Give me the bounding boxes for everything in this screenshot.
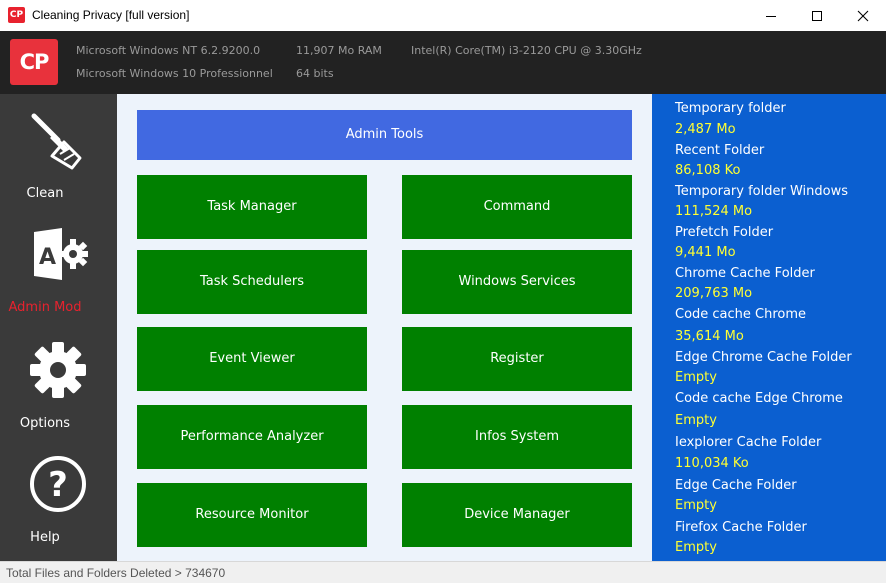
folder-size: Empty bbox=[675, 498, 717, 513]
windows-services-button[interactable]: Windows Services bbox=[402, 250, 632, 314]
sidebar-item-help[interactable]: ? Help bbox=[0, 446, 117, 556]
folder-size: 110,034 Ko bbox=[675, 456, 749, 471]
app-logo: CP bbox=[10, 39, 58, 85]
folder-size: 209,763 Mo bbox=[675, 286, 753, 301]
access-gear-icon: A bbox=[34, 228, 88, 280]
folder-name: Code cache Chrome bbox=[675, 307, 807, 322]
minimize-button[interactable] bbox=[748, 0, 794, 31]
os-version: Microsoft Windows NT 6.2.9200.0 bbox=[76, 44, 261, 57]
resource-monitor-button[interactable]: Resource Monitor bbox=[137, 483, 367, 547]
event-viewer-button[interactable]: Event Viewer bbox=[137, 327, 367, 391]
folder-size: 86,108 Ko bbox=[675, 163, 741, 178]
sidebar-item-label: Options bbox=[19, 416, 71, 431]
ram-info: 11,907 Mo RAM bbox=[296, 44, 382, 57]
admin-tools-header-button[interactable]: Admin Tools bbox=[137, 110, 632, 160]
maximize-icon bbox=[812, 11, 822, 21]
infos-system-button[interactable]: Infos System bbox=[402, 405, 632, 469]
sidebar: Clean A Admin Mod Options ? Help bbox=[0, 94, 117, 561]
folder-name: Recent Folder bbox=[675, 143, 765, 158]
broom-icon bbox=[31, 113, 82, 170]
performance-analyzer-button[interactable]: Performance Analyzer bbox=[137, 405, 367, 469]
folder-name: Firefox Cache Folder bbox=[675, 520, 807, 535]
folder-name: Prefetch Folder bbox=[675, 225, 774, 240]
question-icon: ? bbox=[30, 456, 86, 512]
os-name: Microsoft Windows 10 Professionnel bbox=[76, 67, 273, 80]
sidebar-item-admin-mod[interactable]: A Admin Mod bbox=[0, 216, 117, 326]
folder-size: Empty bbox=[675, 370, 717, 385]
folder-size: Empty bbox=[675, 413, 717, 428]
title-bar: CP Cleaning Privacy [full version] bbox=[0, 0, 886, 31]
minimize-icon bbox=[766, 16, 776, 17]
sidebar-item-label: Admin Mod bbox=[8, 300, 82, 315]
folder-name: Edge Chrome Cache Folder bbox=[675, 350, 852, 365]
folder-name: Chrome Cache Folder bbox=[675, 266, 815, 281]
register-button[interactable]: Register bbox=[402, 327, 632, 391]
status-bar: Total Files and Folders Deleted > 734670 bbox=[0, 561, 886, 583]
folder-size: 2,487 Mo bbox=[675, 122, 736, 137]
folder-size: 9,441 Mo bbox=[675, 245, 736, 260]
device-manager-button[interactable]: Device Manager bbox=[402, 483, 632, 547]
folder-size: 111,524 Mo bbox=[675, 204, 753, 219]
folder-size-panel: Temporary folder 2,487 Mo Recent Folder … bbox=[652, 94, 886, 561]
app-icon: CP bbox=[8, 7, 25, 23]
folder-name: Code cache Edge Chrome bbox=[675, 391, 843, 406]
close-button[interactable] bbox=[840, 0, 886, 31]
sidebar-item-clean[interactable]: Clean bbox=[0, 102, 117, 212]
cpu-info: Intel(R) Core(TM) i3-2120 CPU @ 3.30GHz bbox=[411, 44, 642, 57]
folder-size: Empty bbox=[675, 540, 717, 555]
deleted-count-status: Total Files and Folders Deleted > 734670 bbox=[6, 566, 226, 580]
window-title: Cleaning Privacy [full version] bbox=[32, 8, 190, 22]
folder-size: 35,614 Mo bbox=[675, 329, 744, 344]
svg-text:A: A bbox=[39, 245, 56, 270]
sidebar-item-options[interactable]: Options bbox=[0, 332, 117, 442]
folder-name: Temporary folder bbox=[675, 101, 786, 116]
task-schedulers-button[interactable]: Task Schedulers bbox=[137, 250, 367, 314]
system-info-header: CP Microsoft Windows NT 6.2.9200.0 11,90… bbox=[0, 31, 886, 94]
gear-icon bbox=[30, 342, 86, 398]
folder-name: Iexplorer Cache Folder bbox=[675, 435, 822, 450]
arch-info: 64 bits bbox=[296, 67, 334, 80]
close-icon bbox=[857, 10, 869, 22]
admin-tools-panel: Admin Tools Task Manager Command Task Sc… bbox=[117, 94, 652, 561]
maximize-button[interactable] bbox=[794, 0, 840, 31]
svg-text:?: ? bbox=[48, 465, 68, 505]
sidebar-item-label: Clean bbox=[26, 186, 64, 201]
task-manager-button[interactable]: Task Manager bbox=[137, 175, 367, 239]
folder-name: Temporary folder Windows bbox=[675, 184, 848, 199]
command-button[interactable]: Command bbox=[402, 175, 632, 239]
folder-name: Edge Cache Folder bbox=[675, 478, 797, 493]
sidebar-item-label: Help bbox=[30, 530, 60, 545]
